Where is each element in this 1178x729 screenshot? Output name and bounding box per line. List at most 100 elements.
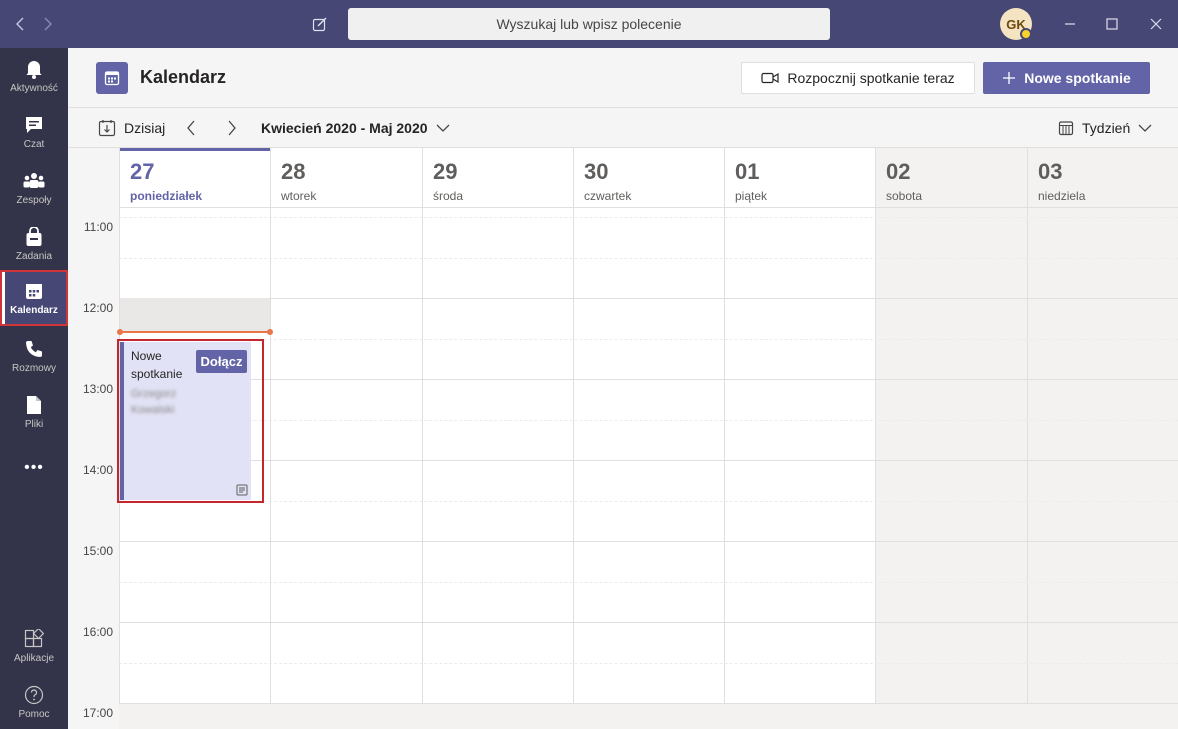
calendar-grid: 11:00 12:00 13:00 14:00 15:00 16:00 17:0…: [68, 148, 1178, 729]
day-column-wednesday[interactable]: 29 środa: [422, 148, 573, 729]
rail-item-files[interactable]: Pliki: [0, 384, 68, 440]
ellipsis-icon: •••: [24, 459, 44, 476]
maximize-button[interactable]: [1100, 0, 1124, 48]
rail-item-activity[interactable]: Aktywność: [0, 48, 68, 104]
maximize-icon: [1106, 18, 1118, 30]
day-column-thursday[interactable]: 30 czwartek: [573, 148, 724, 729]
chevron-down-icon: [436, 124, 450, 132]
meeting-event[interactable]: Nowe spotkanie Grzegorz Kowalski Dołącz: [120, 342, 251, 500]
close-icon: [1150, 18, 1162, 30]
time-label: 12:00: [82, 301, 113, 315]
day-header[interactable]: 01 piątek: [725, 148, 875, 208]
time-label: 15:00: [82, 544, 113, 558]
today-label: Dzisiaj: [124, 120, 166, 136]
day-name: sobota: [886, 189, 923, 203]
chevron-down-icon: [1138, 124, 1152, 132]
day-name: niedziela: [1038, 189, 1086, 203]
day-number: 27: [130, 159, 155, 184]
grid-line: [119, 217, 1178, 218]
rail-item-apps[interactable]: Aplikacje: [0, 618, 68, 674]
plus-icon: [1003, 72, 1016, 84]
search-input[interactable]: Wyszukaj lub wpisz polecenie: [348, 8, 830, 40]
date-range-picker[interactable]: Kwiecień 2020 - Maj 2020: [261, 108, 450, 148]
previous-week-button[interactable]: [181, 108, 201, 148]
next-week-button[interactable]: [222, 108, 242, 148]
compose-icon: [312, 17, 327, 32]
chevron-right-icon: [228, 120, 236, 136]
calendar-view-icon: [1058, 121, 1074, 136]
day-column-saturday[interactable]: 02 sobota: [875, 148, 1027, 729]
day-header[interactable]: 29 środa: [423, 148, 573, 208]
new-meeting-label: Nowe spotkanie: [1024, 70, 1131, 86]
bag-icon: [25, 226, 43, 248]
grid-line: [119, 541, 1178, 542]
help-icon: [24, 684, 44, 706]
title-bar: Wyszukaj lub wpisz polecenie GK: [0, 0, 1178, 48]
grid-line: [119, 622, 1178, 623]
join-button[interactable]: Dołącz: [196, 350, 247, 373]
compose-button[interactable]: [308, 0, 332, 48]
file-icon: [26, 394, 42, 416]
rail-item-chat[interactable]: Czat: [0, 104, 68, 160]
day-name: piątek: [735, 189, 768, 203]
time-label: 16:00: [82, 625, 113, 639]
day-number: 30: [584, 159, 609, 184]
rail-label: Pliki: [24, 419, 44, 430]
day-number: 02: [886, 159, 911, 184]
minimize-icon: [1065, 23, 1075, 25]
rail-label: Pomoc: [18, 709, 50, 720]
meeting-notes-icon: [236, 483, 248, 501]
rail-label: Rozmowy: [12, 363, 56, 374]
grid-line: [119, 663, 1178, 664]
day-name: czwartek: [584, 189, 632, 203]
minimize-button[interactable]: [1058, 0, 1082, 48]
day-header[interactable]: 27 poniedziałek: [120, 148, 270, 208]
apps-icon: [24, 628, 44, 650]
new-meeting-button[interactable]: Nowe spotkanie: [983, 62, 1150, 94]
rail-item-help[interactable]: Pomoc: [0, 674, 68, 729]
back-button[interactable]: [8, 0, 32, 48]
forward-button[interactable]: [36, 0, 60, 48]
video-camera-icon: [761, 72, 779, 84]
chevron-right-icon: [44, 17, 52, 31]
rail-label: Kalendarz: [10, 305, 58, 316]
calendar-toolbar: Dzisiaj Kwiecień 2020 - Maj 2020 Tydzień: [68, 107, 1178, 148]
day-header[interactable]: 03 niedziela: [1028, 148, 1178, 208]
rail-item-tasks[interactable]: Zadania: [0, 216, 68, 272]
time-label: 17:00: [82, 706, 113, 720]
chevron-left-icon: [187, 120, 195, 136]
day-header[interactable]: 30 czwartek: [574, 148, 724, 208]
rail-item-calls[interactable]: Rozmowy: [0, 328, 68, 384]
calendar-icon: [25, 280, 43, 302]
bell-icon: [25, 58, 43, 80]
day-number: 29: [433, 159, 458, 184]
event-organizer: Grzegorz Kowalski: [131, 388, 177, 416]
grid-line: [119, 420, 1178, 421]
meet-now-button[interactable]: Rozpocznij spotkanie teraz: [741, 62, 975, 94]
grid-bottom-band: [119, 704, 1178, 729]
rail-item-calendar[interactable]: Kalendarz: [0, 270, 68, 326]
day-number: 01: [735, 159, 760, 184]
day-name: środa: [433, 189, 464, 203]
day-column-tuesday[interactable]: 28 wtorek: [270, 148, 422, 729]
time-label: 11:00: [83, 220, 113, 234]
page-title: Kalendarz: [140, 67, 227, 87]
day-header[interactable]: 28 wtorek: [271, 148, 422, 208]
grid-line: [119, 501, 1178, 502]
rail-item-teams[interactable]: Zespoły: [0, 160, 68, 216]
today-button[interactable]: Dzisiaj: [98, 108, 165, 148]
chat-icon: [24, 114, 44, 136]
calendar-app-icon: [96, 62, 128, 94]
current-time-dot: [117, 329, 123, 335]
day-number: 03: [1038, 159, 1063, 184]
day-column-friday[interactable]: 01 piątek: [724, 148, 875, 729]
day-column-sunday[interactable]: 03 niedziela: [1027, 148, 1178, 729]
view-switcher[interactable]: Tydzień: [1058, 108, 1152, 148]
more-apps-button[interactable]: •••: [0, 440, 68, 496]
close-button[interactable]: [1144, 0, 1168, 48]
teams-icon: [23, 170, 45, 192]
day-header[interactable]: 02 sobota: [876, 148, 1027, 208]
page-header: Kalendarz Rozpocznij spotkanie teraz Now…: [68, 48, 1178, 107]
rail-label: Zadania: [15, 251, 53, 262]
grid-line: [119, 339, 1178, 340]
